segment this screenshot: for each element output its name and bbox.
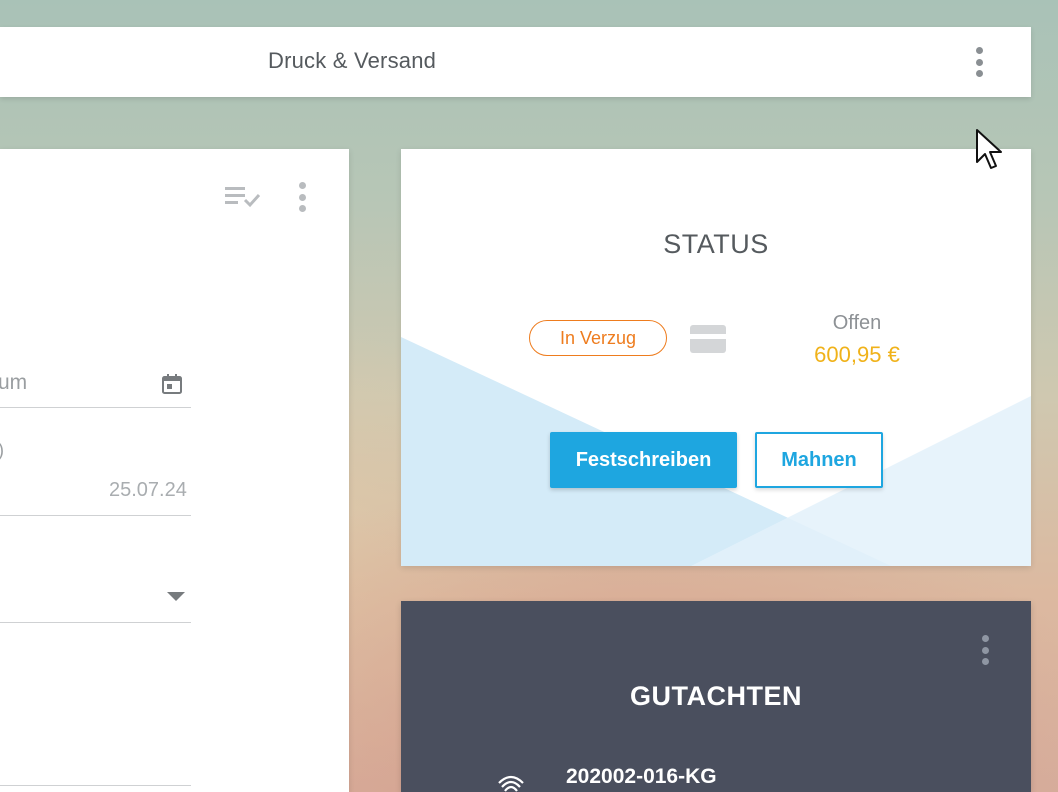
details-form-card: um ) 25.07.24 bbox=[0, 149, 349, 792]
date-field-underline[interactable] bbox=[0, 407, 191, 408]
card-menu-icon[interactable] bbox=[297, 182, 307, 212]
date-field-label: um bbox=[0, 371, 28, 394]
calendar-icon[interactable] bbox=[161, 373, 183, 395]
report-number[interactable]: 202002-016-KG bbox=[566, 765, 717, 789]
finalize-button[interactable]: Festschreiben bbox=[550, 432, 737, 488]
top-app-bar: Druck & Versand bbox=[0, 27, 1031, 97]
dropdown-arrow-icon[interactable] bbox=[167, 592, 185, 601]
page-title: Druck & Versand bbox=[268, 48, 437, 73]
gutachten-menu-icon[interactable] bbox=[980, 635, 990, 665]
status-badge: In Verzug bbox=[529, 320, 667, 356]
lower-field-underline[interactable] bbox=[0, 785, 191, 786]
gutachten-title: GUTACHTEN bbox=[630, 681, 802, 711]
status-title: STATUS bbox=[663, 229, 769, 259]
select-field-underline[interactable] bbox=[0, 622, 191, 623]
mouse-cursor-icon bbox=[976, 129, 1002, 169]
fingerprint-icon bbox=[498, 775, 524, 792]
checklist-icon[interactable] bbox=[225, 185, 261, 209]
status-card: STATUS In Verzug Offen 600,95 € Festschr… bbox=[401, 149, 1031, 566]
second-field-label: ) bbox=[0, 440, 4, 461]
second-field-underline[interactable] bbox=[0, 515, 191, 516]
second-field-value[interactable]: 25.07.24 bbox=[109, 479, 187, 502]
status-background-decoration bbox=[401, 337, 1031, 566]
open-amount: 600,95 € bbox=[814, 342, 900, 367]
gutachten-card: GUTACHTEN 202002-016-KG bbox=[401, 601, 1031, 792]
more-vert-icon[interactable] bbox=[974, 47, 984, 77]
credit-card-icon bbox=[690, 325, 726, 353]
open-label: Offen bbox=[832, 312, 882, 334]
remind-button[interactable]: Mahnen bbox=[755, 432, 883, 488]
